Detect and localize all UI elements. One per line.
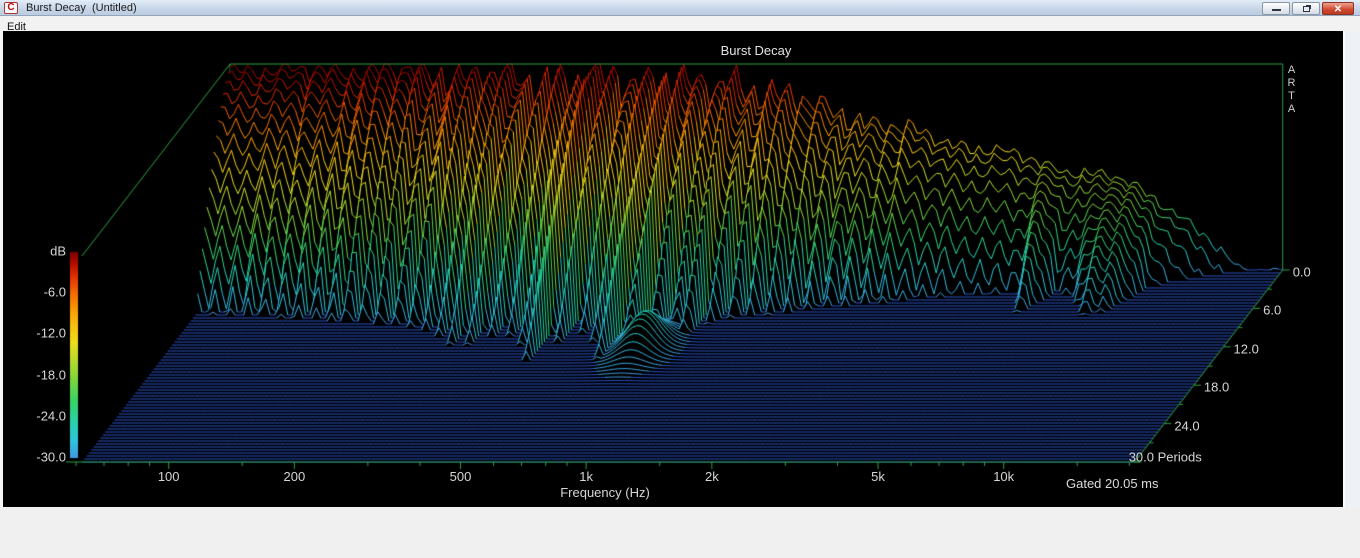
- window-buttons: [1262, 2, 1354, 15]
- restore-button[interactable]: [1292, 2, 1320, 15]
- menu-bar: Edit: [0, 17, 1360, 31]
- close-icon: [1323, 3, 1353, 16]
- restore-icon: [1303, 6, 1310, 12]
- title-bar: C Burst Decay (Untitled): [0, 0, 1360, 16]
- minimize-button[interactable]: [1262, 2, 1290, 15]
- app-icon: C: [4, 2, 18, 14]
- window-title: Burst Decay (Untitled): [26, 2, 137, 14]
- window-border-right: [1343, 31, 1360, 507]
- minimize-icon: [1272, 9, 1281, 11]
- burst-decay-waterfall-canvas[interactable]: [3, 31, 1343, 507]
- close-button[interactable]: [1322, 2, 1354, 15]
- control-bar: Mode Waterfall_F Palette Jet 30 Copy Col…: [0, 507, 1360, 558]
- app-window: C Burst Decay (Untitled) Edit Burst Deca…: [0, 0, 1360, 558]
